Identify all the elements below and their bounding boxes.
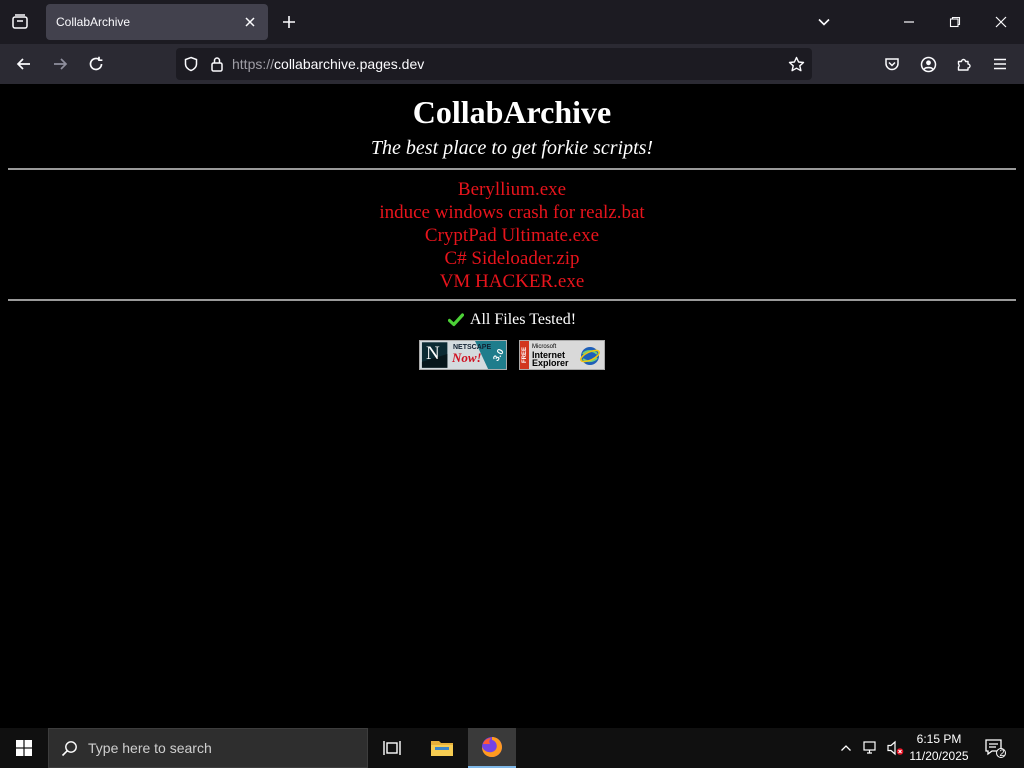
speaker-muted-icon [887, 740, 904, 756]
star-icon [788, 56, 804, 71]
network-icon [863, 741, 876, 754]
reload-button[interactable] [80, 48, 112, 80]
arrow-right-icon [54, 58, 68, 70]
netscape-badge-n: N [426, 343, 440, 364]
horizontal-divider [8, 299, 1016, 301]
windows-taskbar: Type here to search 6:15 PM 11/20/2025 2 [0, 728, 1024, 768]
chevron-up-icon [841, 745, 851, 751]
restore-button[interactable] [932, 0, 978, 44]
tested-notice: All Files Tested! [0, 310, 1024, 330]
start-button[interactable] [0, 728, 48, 768]
navigation-toolbar: https://collabarchive.pages.dev [0, 44, 1024, 84]
horizontal-divider [8, 168, 1016, 170]
browser-badges: N NETSCAPE Now! 3.0 FREE Microsoft Inter… [0, 340, 1024, 370]
clock-time: 6:15 PM [916, 732, 962, 746]
file-link-cryptpad[interactable]: CryptPad Ultimate.exe [425, 224, 599, 247]
search-placeholder: Type here to search [88, 740, 212, 756]
account-button[interactable] [912, 48, 944, 80]
taskbar-search-box[interactable]: Type here to search [48, 728, 368, 768]
checkmark-icon [447, 313, 464, 327]
new-tab-button[interactable] [275, 8, 303, 36]
list-item: C# Sideloader.zip [0, 247, 1024, 270]
task-view-button[interactable] [368, 728, 416, 768]
minimize-icon [904, 21, 914, 23]
netscape-now-badge[interactable]: N NETSCAPE Now! 3.0 [419, 340, 507, 370]
file-link-beryllium[interactable]: Beryllium.exe [458, 178, 566, 201]
tab-list-icon [12, 14, 28, 29]
file-link-induce-crash[interactable]: induce windows crash for realz.bat [379, 201, 644, 224]
list-item: induce windows crash for realz.bat [0, 201, 1024, 224]
close-icon [995, 16, 1007, 28]
pocket-icon [885, 58, 899, 71]
url-host: collabarchive.pages.dev [274, 56, 425, 72]
clock-date: 11/20/2025 [909, 749, 969, 763]
tab-list-button[interactable] [4, 6, 36, 38]
file-link-vm-hacker[interactable]: VM HACKER.exe [440, 270, 585, 293]
firefox-icon [482, 737, 502, 757]
ie-badge-line3: Explorer [532, 358, 569, 368]
page-tagline: The best place to get forkie scripts! [370, 137, 654, 159]
tab-title: CollabArchive [56, 15, 131, 29]
notification-count-badge: 2 [999, 748, 1005, 758]
search-icon [61, 740, 77, 756]
account-icon [920, 56, 936, 72]
url-scheme: https:// [232, 56, 275, 72]
arrow-left-icon [16, 58, 30, 70]
pocket-button[interactable] [876, 48, 908, 80]
browser-tab-active[interactable]: CollabArchive [46, 4, 268, 40]
page-title: CollabArchive [412, 94, 612, 130]
restore-icon [949, 16, 961, 28]
ie-globe-icon [580, 347, 600, 365]
ie-badge-free: FREE [520, 341, 529, 369]
network-status-button[interactable] [860, 728, 882, 768]
site-info-button[interactable] [206, 48, 228, 80]
list-item: VM HACKER.exe [0, 270, 1024, 293]
volume-button[interactable] [884, 728, 906, 768]
ie-badge-text: Microsoft Internet Explorer [532, 343, 569, 368]
url-bar[interactable]: https://collabarchive.pages.dev [176, 48, 812, 80]
internet-explorer-badge[interactable]: FREE Microsoft Internet Explorer [519, 340, 605, 370]
bookmark-button[interactable] [780, 48, 812, 80]
list-item: CryptPad Ultimate.exe [0, 224, 1024, 247]
file-explorer-button[interactable] [418, 728, 466, 768]
lock-icon [211, 57, 223, 72]
taskbar-clock[interactable]: 6:15 PM 11/20/2025 [906, 731, 972, 765]
puzzle-icon [957, 58, 971, 71]
web-page-content: CollabArchive The best place to get fork… [0, 84, 1024, 728]
close-icon [245, 17, 255, 27]
minimize-button[interactable] [886, 0, 932, 44]
tab-close-button[interactable] [242, 14, 258, 30]
url-text: https://collabarchive.pages.dev [232, 56, 780, 72]
close-window-button[interactable] [978, 0, 1024, 44]
tested-text: All Files Tested! [469, 311, 577, 328]
ie-badge-free-text: FREE [521, 346, 528, 364]
browser-tab-bar: CollabArchive [0, 0, 1024, 44]
notifications-button[interactable]: 2 [980, 728, 1010, 768]
chevron-down-icon [818, 18, 830, 26]
show-hidden-icons-button[interactable] [836, 728, 856, 768]
forward-button[interactable] [44, 48, 76, 80]
plus-icon [283, 16, 295, 28]
hamburger-menu-icon [994, 58, 1006, 70]
shield-icon [184, 56, 198, 72]
file-link-csharp-sideloader[interactable]: C# Sideloader.zip [444, 247, 579, 270]
back-button[interactable] [8, 48, 40, 80]
list-item: Beryllium.exe [0, 178, 1024, 201]
file-download-list: Beryllium.exe induce windows crash for r… [0, 178, 1024, 293]
list-all-tabs-button[interactable] [810, 8, 838, 36]
task-view-icon [383, 741, 401, 755]
app-menu-button[interactable] [984, 48, 1016, 80]
reload-icon [89, 56, 103, 71]
tracking-protection-button[interactable] [176, 48, 206, 80]
firefox-taskbar-button[interactable] [468, 728, 516, 768]
folder-icon [431, 741, 453, 756]
windows-logo-icon [16, 740, 32, 756]
extensions-button[interactable] [948, 48, 980, 80]
netscape-badge-line2: Now! [452, 350, 482, 365]
